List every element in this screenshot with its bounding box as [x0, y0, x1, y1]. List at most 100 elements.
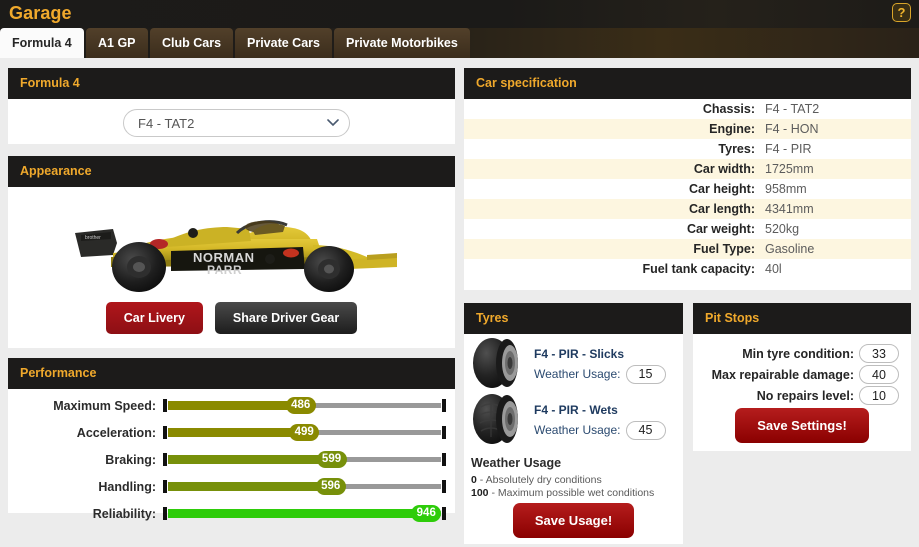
spec-value: F4 - TAT2 [765, 102, 820, 116]
car-select-wrapper: F4 - TAT2 [123, 109, 350, 137]
performance-panel: Performance Maximum Speed: 486 Acceleratio… [8, 358, 455, 522]
svg-text:brother: brother [85, 235, 101, 241]
spec-row: Fuel tank capacity: 40l [464, 259, 911, 279]
tyre-info: F4 - PIR - Wets Weather Usage: [529, 403, 666, 440]
appearance-panel: Appearance brother NORMAN PARR Car Liver… [8, 156, 455, 348]
performance-label: Braking: [105, 452, 156, 467]
spec-value: F4 - HON [765, 122, 819, 136]
performance-label: Maximum Speed: [53, 398, 156, 413]
tyre-icon [471, 391, 529, 452]
tyre-weather-usage-label: Weather Usage: [534, 423, 621, 437]
tab-a1-gp[interactable]: A1 GP [86, 28, 148, 58]
spec-key: Car length: [689, 202, 755, 216]
save-usage-button[interactable]: Save Usage! [512, 503, 635, 538]
performance-label: Reliability: [92, 506, 156, 521]
weather-usage-legend-max: 100 - Maximum possible wet conditions [471, 487, 654, 499]
car-specification-panel: Car specification Chassis: F4 - TAT2 Engin… [464, 68, 911, 290]
share-driver-gear-button[interactable]: Share Driver Gear [214, 302, 358, 334]
performance-panel-title: Performance [8, 358, 455, 389]
performance-track: 499 [163, 424, 446, 441]
car-livery-button[interactable]: Car Livery [105, 302, 203, 334]
performance-row: Braking: 599 [8, 449, 455, 470]
spec-row: Chassis: F4 - TAT2 [464, 99, 911, 119]
tyre-weather-usage: Weather Usage: [534, 364, 666, 384]
help-icon[interactable]: ? [892, 3, 911, 22]
pit-stop-setting-input[interactable] [859, 344, 899, 363]
pit-stop-setting-row: No repairs level: [693, 385, 911, 406]
track-fill [168, 509, 427, 518]
weather-usage-min-text: - Absolutely dry conditions [476, 474, 602, 486]
performance-track: 486 [163, 397, 446, 414]
spec-key: Chassis: [702, 102, 755, 116]
track-end-cap [442, 507, 446, 520]
weather-usage-legend-min: 0 - Absolutely dry conditions [471, 474, 602, 486]
weather-usage-max-text: - Maximum possible wet conditions [488, 487, 655, 499]
spec-row: Fuel Type: Gasoline [464, 239, 911, 259]
pit-stop-setting-input[interactable] [859, 365, 899, 384]
spec-key: Car height: [689, 182, 755, 196]
track-end-cap [442, 453, 446, 466]
track-start-cap [163, 507, 167, 520]
pit-save-wrapper: Save Settings! [693, 408, 911, 443]
pit-stop-setting-input[interactable] [859, 386, 899, 405]
spec-key: Tyres: [718, 142, 755, 156]
tyre-weather-usage-label: Weather Usage: [534, 367, 621, 381]
pit-stops-panel: Pit Stops Min tyre condition: Max repaira… [693, 303, 911, 451]
spec-row: Car width: 1725mm [464, 159, 911, 179]
top-header-bar: Garage ? [0, 0, 919, 28]
track-fill [168, 455, 332, 464]
performance-track: 599 [163, 451, 446, 468]
spec-row: Car length: 4341mm [464, 199, 911, 219]
tab-club-cars[interactable]: Club Cars [150, 28, 234, 58]
tab-label: A1 GP [98, 36, 136, 50]
spec-value: Gasoline [765, 242, 815, 256]
page-title: Garage [9, 3, 72, 23]
spec-key: Fuel Type: [693, 242, 755, 256]
tab-label: Private Motorbikes [346, 36, 458, 50]
tyre-row: F4 - PIR - Wets Weather Usage: [464, 393, 683, 449]
performance-row: Handling: 596 [8, 476, 455, 497]
spec-key: Car width: [693, 162, 755, 176]
spec-row: Car height: 958mm [464, 179, 911, 199]
tab-label: Club Cars [162, 36, 222, 50]
weather-usage-max-number: 100 [471, 487, 489, 499]
tab-label: Formula 4 [12, 36, 72, 50]
save-settings-button[interactable]: Save Settings! [735, 408, 869, 443]
tyre-list: F4 - PIR - SlicksWeather Usage:F4 - PIR … [464, 337, 683, 449]
spec-value: 40l [765, 262, 782, 276]
tyre-weather-usage-input[interactable] [625, 420, 666, 440]
weather-usage-legend-title: Weather Usage [471, 456, 562, 470]
pit-stops-panel-title: Pit Stops [693, 303, 911, 334]
spec-row: Car weight: 520kg [464, 219, 911, 239]
track-start-cap [163, 453, 167, 466]
spec-value: 4341mm [765, 202, 814, 216]
spec-key: Fuel tank capacity: [642, 262, 755, 276]
performance-label: Acceleration: [76, 425, 156, 440]
spec-row: Tyres: F4 - PIR [464, 139, 911, 159]
performance-value-badge: 946 [411, 505, 442, 522]
tab-private-motorbikes[interactable]: Private Motorbikes [334, 28, 470, 58]
tab-private-cars[interactable]: Private Cars [235, 28, 332, 58]
tyre-save-wrapper: Save Usage! [464, 503, 683, 538]
tyre-weather-usage-input[interactable] [625, 364, 666, 384]
car-specification-table: Chassis: F4 - TAT2 Engine: F4 - HON Tyres: F4… [464, 99, 911, 279]
spec-key: Car weight: [686, 222, 755, 236]
tab-formula-4[interactable]: Formula 4 [0, 28, 84, 58]
pit-stop-setting-label: No repairs level: [756, 388, 854, 403]
performance-track: 596 [163, 478, 446, 495]
appearance-panel-title: Appearance [8, 156, 455, 187]
pit-stop-setting-label: Max repairable damage: [711, 367, 854, 382]
performance-value-badge: 499 [289, 424, 320, 441]
appearance-button-row: Car Livery Share Driver Gear [8, 302, 455, 334]
performance-row: Acceleration: 499 [8, 422, 455, 443]
track-end-cap [442, 480, 446, 493]
track-fill [168, 428, 305, 437]
track-start-cap [163, 480, 167, 493]
spec-value: 1725mm [765, 162, 814, 176]
car-select-dropdown[interactable]: F4 - TAT2 [123, 109, 350, 137]
pit-stop-setting-label: Min tyre condition: [742, 346, 854, 361]
track-start-cap [163, 399, 167, 412]
tyre-weather-usage: Weather Usage: [534, 420, 666, 440]
track-end-cap [442, 399, 446, 412]
spec-value: F4 - PIR [765, 142, 812, 156]
